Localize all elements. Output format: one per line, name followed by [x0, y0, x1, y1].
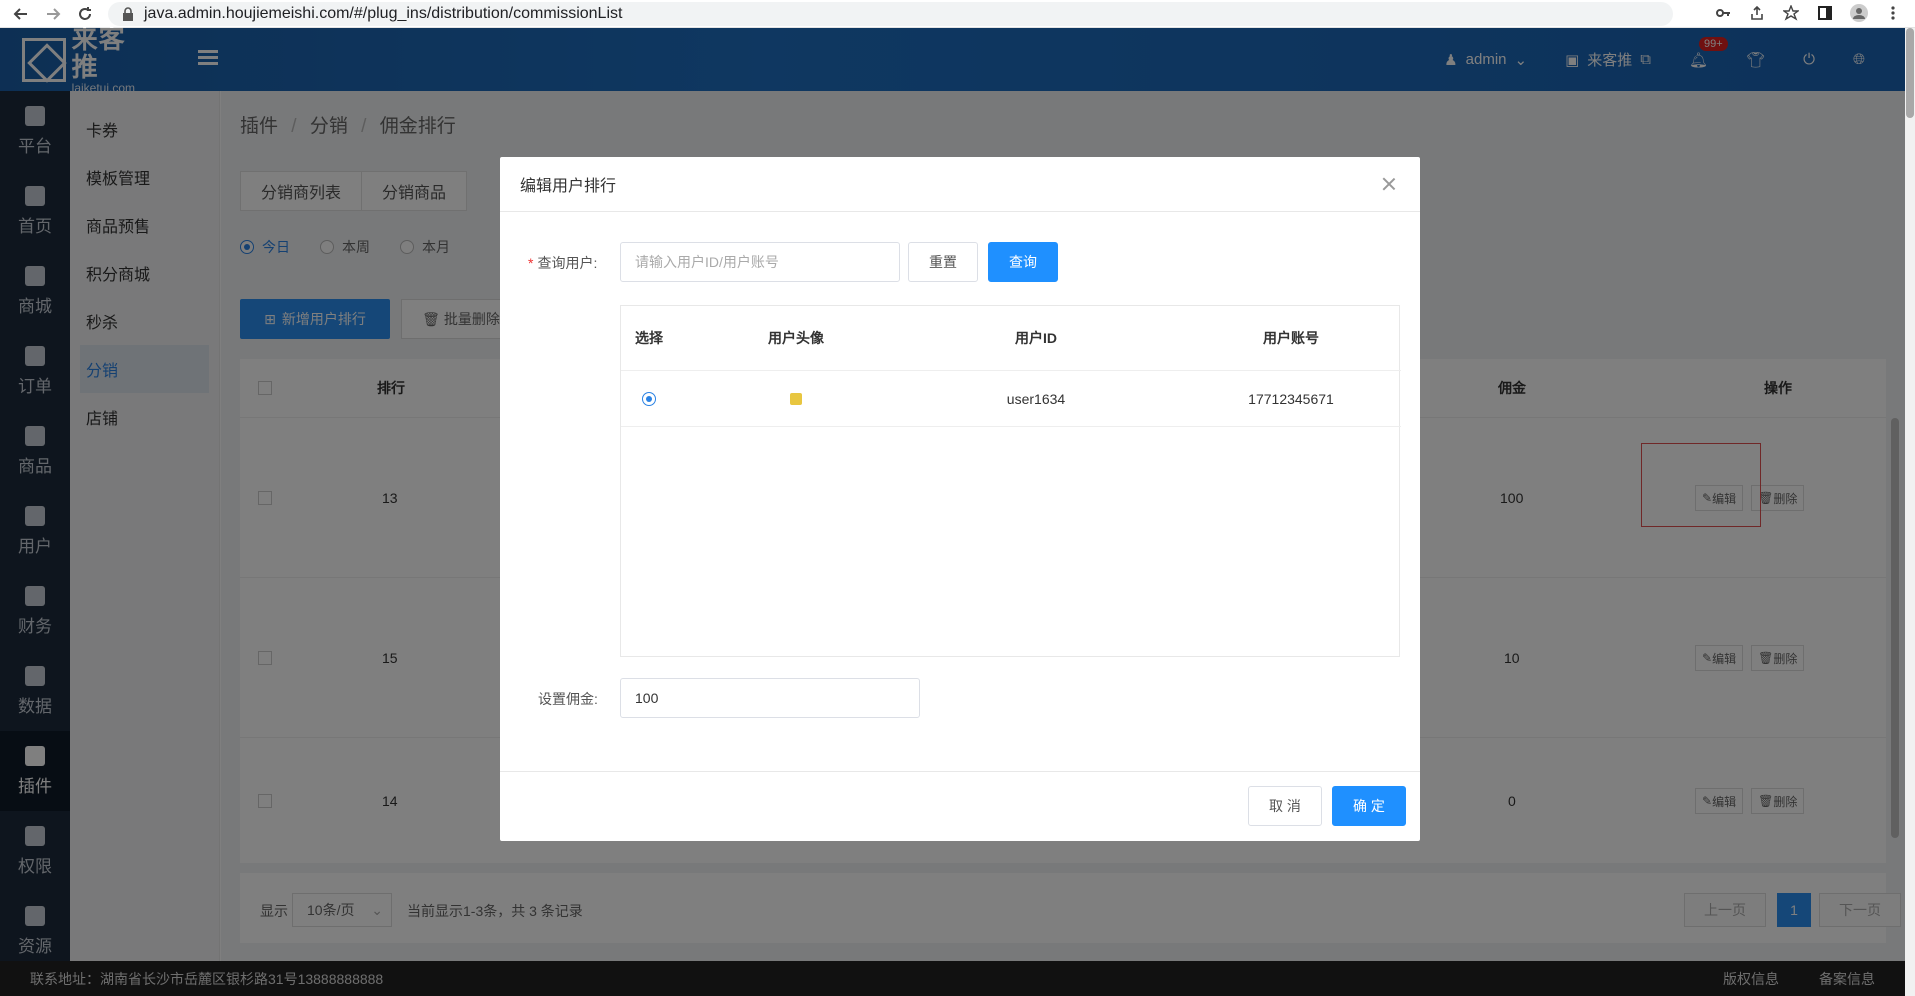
star-icon[interactable]: [1781, 3, 1801, 23]
browser-toolbar: java.admin.houjiemeishi.com/#/plug_ins/d…: [0, 0, 1915, 28]
lock-icon: [123, 7, 133, 21]
edit-ranking-dialog: 编辑用户排行 *查询用户: 重置 查询 选择 用户头像 用户ID 用户账号 us…: [500, 157, 1420, 841]
address-bar[interactable]: java.admin.houjiemeishi.com/#/plug_ins/d…: [108, 2, 1673, 26]
col-user-id: 用户ID: [1015, 330, 1057, 346]
result-table-header: 选择 用户头像 用户ID 用户账号: [621, 306, 1401, 371]
confirm-button[interactable]: 确 定: [1332, 786, 1406, 826]
search-button[interactable]: 查询: [988, 242, 1058, 282]
cancel-button[interactable]: 取 消: [1248, 786, 1322, 826]
select-radio[interactable]: [621, 371, 677, 426]
forward-icon[interactable]: [42, 3, 64, 25]
share-icon[interactable]: [1747, 3, 1767, 23]
reset-button[interactable]: 重置: [908, 242, 978, 282]
close-icon[interactable]: [1382, 177, 1396, 191]
table-row[interactable]: user1634 17712345671: [621, 371, 1401, 427]
profile-icon[interactable]: [1849, 3, 1869, 23]
col-select: 选择: [635, 330, 663, 346]
page-scrollbar[interactable]: [1905, 28, 1915, 996]
sidepanel-icon[interactable]: [1815, 3, 1835, 23]
avatar: [721, 371, 871, 426]
query-user-label: * 查询用户:: [528, 255, 598, 271]
modal-overlay[interactable]: 编辑用户排行 *查询用户: 重置 查询 选择 用户头像 用户ID 用户账号 us…: [0, 28, 1905, 996]
url-text: java.admin.houjiemeishi.com/#/plug_ins/d…: [144, 5, 623, 22]
query-user-input[interactable]: [620, 242, 900, 282]
dialog-title: 编辑用户排行: [520, 178, 617, 195]
col-account: 用户账号: [1263, 330, 1319, 346]
key-icon[interactable]: [1713, 3, 1733, 23]
menu-dots-icon[interactable]: [1883, 3, 1903, 23]
back-icon[interactable]: [10, 3, 32, 25]
commission-label: 设置佣金:: [538, 691, 598, 707]
reload-icon[interactable]: [74, 3, 96, 25]
user-result-table: 选择 用户头像 用户ID 用户账号 user1634 17712345671: [620, 305, 1401, 657]
result-user-id: user1634: [1006, 390, 1066, 407]
result-account: 17712345671: [1248, 390, 1334, 407]
commission-input[interactable]: [620, 678, 920, 718]
dialog-title-bar: 编辑用户排行: [500, 157, 1420, 212]
dialog-footer-divider: [500, 771, 1420, 772]
col-avatar: 用户头像: [768, 330, 824, 346]
